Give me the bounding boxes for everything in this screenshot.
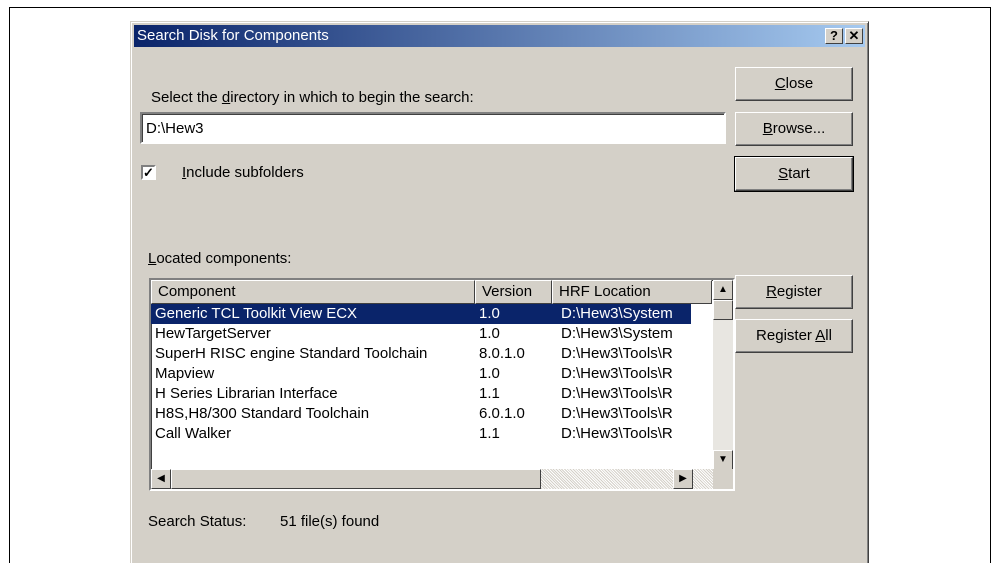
scroll-left-button[interactable]: ◀ xyxy=(151,469,171,489)
hrf-location-cell: D:\Hew3\Tools\R xyxy=(561,405,673,422)
table-row[interactable]: Generic TCL Toolkit View ECX 1.0 D:\Hew3\S… xyxy=(151,304,691,324)
search-status-label: Search Status: xyxy=(148,513,247,530)
hrf-location-cell: D:\Hew3\Tools\R xyxy=(561,425,673,442)
table-row[interactable]: H8S,H8/300 Standard Toolchain 6.0.1.0 D:\H… xyxy=(151,404,691,424)
component-cell: H8S,H8/300 Standard Toolchain xyxy=(155,405,370,422)
directory-input[interactable] xyxy=(140,112,726,144)
listview-header: Component Version HRF Location xyxy=(151,280,733,304)
start-button[interactable]: Start xyxy=(734,156,854,192)
table-row[interactable]: Mapview 1.0 D:\Hew3\Tools\R xyxy=(151,364,691,384)
vertical-scroll-thumb[interactable] xyxy=(713,300,733,320)
include-subfolders-checkbox[interactable]: ✓ xyxy=(141,165,156,180)
version-cell: 6.0.1.0 xyxy=(479,405,525,422)
vertical-scrollbar[interactable]: ▲ ▼ xyxy=(713,280,733,470)
table-row[interactable]: HewTargetServer 1.0 D:\Hew3\System xyxy=(151,324,691,344)
browse-button[interactable]: Browse... xyxy=(735,112,853,146)
component-cell: Generic TCL Toolkit View ECX xyxy=(155,305,358,322)
close-window-button[interactable]: ✕ xyxy=(845,28,863,44)
hrf-location-cell: D:\Hew3\System xyxy=(561,325,673,342)
table-row[interactable]: SuperH RISC engine Standard Toolchain 8.0… xyxy=(151,344,691,364)
horizontal-scroll-thumb[interactable] xyxy=(171,469,541,489)
horizontal-scrollbar[interactable]: ◀ ▶ xyxy=(151,469,713,489)
include-subfolders-label[interactable]: Include subfolders xyxy=(182,164,304,181)
scroll-up-button[interactable]: ▲ xyxy=(713,280,733,300)
close-button[interactable]: Close xyxy=(735,67,853,101)
located-components-label: Located components: xyxy=(148,250,292,267)
table-row[interactable]: Call Walker 1.1 D:\Hew3\Tools\R xyxy=(151,424,691,444)
version-cell: 1.0 xyxy=(479,325,500,342)
title-bar[interactable]: Search Disk for Components ? ✕ xyxy=(134,25,865,47)
component-cell: Call Walker xyxy=(155,425,232,442)
version-cell: 1.0 xyxy=(479,365,500,382)
window-title: Search Disk for Components xyxy=(137,27,329,44)
component-cell: H Series Librarian Interface xyxy=(155,385,338,402)
version-cell: 1.0 xyxy=(479,305,500,322)
register-all-button[interactable]: Register All xyxy=(735,319,853,353)
column-header-component[interactable]: Component xyxy=(151,280,475,304)
hrf-location-cell: D:\Hew3\System xyxy=(561,305,673,322)
scroll-down-button[interactable]: ▼ xyxy=(713,450,733,470)
version-cell: 8.0.1.0 xyxy=(479,345,525,362)
register-button[interactable]: Register xyxy=(735,275,853,309)
component-cell: SuperH RISC engine Standard Toolchain xyxy=(155,345,428,362)
hrf-location-cell: D:\Hew3\Tools\R xyxy=(561,365,673,382)
version-cell: 1.1 xyxy=(479,385,500,402)
version-cell: 1.1 xyxy=(479,425,500,442)
table-row[interactable]: H Series Librarian Interface 1.1 D:\Hew3\T… xyxy=(151,384,691,404)
hrf-location-cell: D:\Hew3\Tools\R xyxy=(561,385,673,402)
help-button[interactable]: ? xyxy=(825,28,843,44)
directory-prompt-label: Select the directory in which to begin t… xyxy=(151,89,474,106)
hrf-location-cell: D:\Hew3\Tools\R xyxy=(561,345,673,362)
component-cell: HewTargetServer xyxy=(155,325,271,342)
search-status-value: 51 file(s) found xyxy=(280,513,380,530)
component-cell: Mapview xyxy=(155,365,215,382)
scroll-right-button[interactable]: ▶ xyxy=(673,469,693,489)
scrollbar-corner xyxy=(713,469,733,489)
components-listview[interactable]: Component Version HRF Location Generic T… xyxy=(149,278,735,491)
column-header-version[interactable]: Version xyxy=(475,280,552,304)
search-disk-dialog: Search Disk for Components ? ✕ Select th… xyxy=(130,21,869,563)
column-header-hrf-location[interactable]: HRF Location xyxy=(552,280,712,304)
